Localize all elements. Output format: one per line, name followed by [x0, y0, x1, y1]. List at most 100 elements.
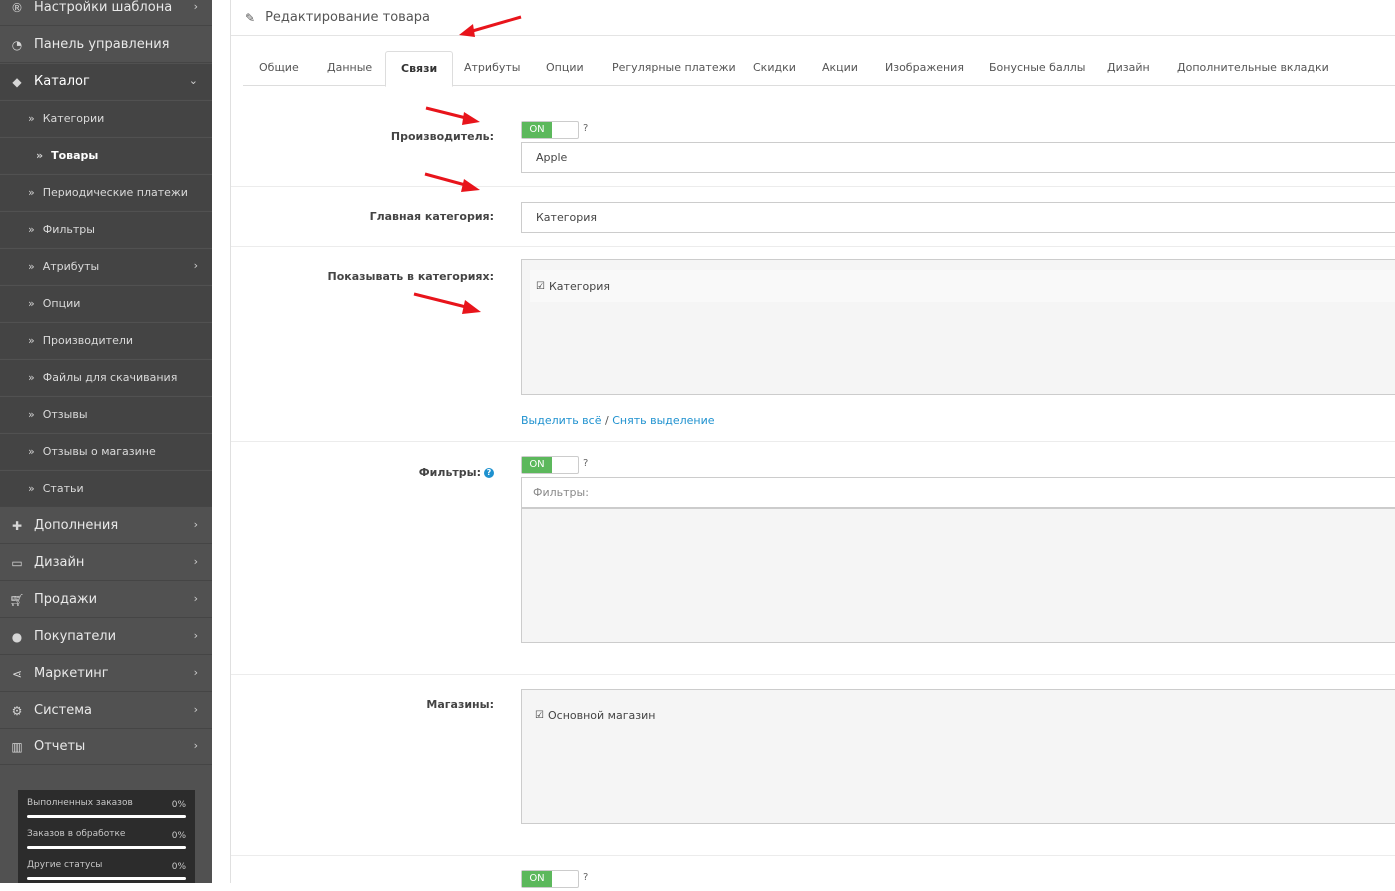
stat-progress-bar	[27, 877, 186, 880]
sidebar-item-dashboard[interactable]: ◔ Панель управления	[0, 27, 212, 63]
sidebar-item-extensions[interactable]: ✚ Дополнения ›	[0, 508, 212, 544]
sidebar-item-system[interactable]: ⚙ Система ›	[0, 693, 212, 729]
deselect-link[interactable]: Снять выделение	[612, 414, 714, 427]
sidebar-item-label: Фильтры	[42, 223, 95, 236]
bottom-toggle[interactable]: ON	[521, 870, 579, 888]
share-icon: ⋖	[11, 666, 23, 681]
sidebar-item-marketing[interactable]: ⋖ Маркетинг ›	[0, 656, 212, 692]
checkbox-checked-icon[interactable]: ☑	[536, 281, 547, 292]
sidebar-subitem-filters[interactable]: » Фильтры	[0, 212, 212, 248]
toggle-on-label: ON	[522, 122, 552, 138]
store-checkbox-item[interactable]: ☑ Основной магазин	[529, 700, 1395, 730]
stat-progress-bar	[27, 846, 186, 849]
tab-general[interactable]: Общие	[244, 51, 314, 86]
sidebar-item-label: Файлы для скачивания	[42, 371, 178, 384]
registered-icon: ®	[11, 0, 23, 15]
tab-design[interactable]: Дизайн	[1092, 51, 1165, 86]
row-divider	[231, 186, 1395, 187]
row-divider	[231, 441, 1395, 442]
row-divider	[231, 674, 1395, 675]
sidebar-item-sales[interactable]: 🛒︎ Продажи ›	[0, 582, 212, 618]
sidebar-subitem-products[interactable]: » Товары	[0, 138, 212, 174]
sidebar-item-label: Каталог	[34, 74, 90, 89]
annotation-arrow-icon	[424, 172, 480, 192]
checkbox-checked-icon[interactable]: ☑	[535, 710, 546, 721]
toggle-on-label: ON	[522, 457, 552, 473]
double-chevron-icon: »	[28, 186, 35, 199]
sidebar-item-template-settings[interactable]: ® Настройки шаблона ›	[0, 0, 212, 26]
tab-data[interactable]: Данные	[312, 51, 387, 86]
sidebar-subitem-downloads[interactable]: » Файлы для скачивания	[0, 360, 212, 396]
toggle-question-mark: ?	[583, 123, 589, 134]
stat-label: Другие статусы	[27, 860, 103, 870]
tab-images[interactable]: Изображения	[870, 51, 979, 86]
toggle-on-label: ON	[522, 871, 552, 887]
manufacturer-input[interactable]: Apple	[521, 142, 1395, 173]
stores-checklist: ☑ Основной магазин	[521, 689, 1395, 824]
double-chevron-icon: »	[36, 149, 44, 162]
sidebar-item-label: Дизайн	[34, 555, 85, 570]
sidebar-item-label: Статьи	[42, 482, 84, 495]
sidebar-item-label: Дополнения	[34, 518, 119, 533]
chevron-right-icon: ›	[193, 629, 198, 642]
chevron-right-icon: ›	[193, 259, 198, 272]
tab-specials[interactable]: Акции	[807, 51, 873, 86]
bar-chart-icon: ▥	[11, 739, 23, 754]
double-chevron-icon: »	[28, 482, 35, 495]
stat-processing: Заказов в обработке 0%	[27, 829, 186, 860]
sidebar-item-label: Периодические платежи	[42, 186, 188, 199]
sidebar-subitem-attributes[interactable]: » Атрибуты ›	[0, 249, 212, 285]
stat-completed: Выполненных заказов 0%	[27, 798, 186, 829]
sidebar-subitem-articles[interactable]: » Статьи	[0, 471, 212, 507]
tab-options[interactable]: Опции	[531, 51, 599, 86]
double-chevron-icon: »	[28, 371, 35, 384]
dashboard-icon: ◔	[11, 37, 23, 52]
sidebar-subitem-store-reviews[interactable]: » Отзывы о магазине	[0, 434, 212, 470]
tab-links[interactable]: Связи	[385, 51, 454, 87]
sidebar-item-label: Маркетинг	[34, 666, 109, 681]
tab-attributes[interactable]: Атрибуты	[449, 51, 535, 86]
select-all-link[interactable]: Выделить всё	[521, 414, 601, 427]
tags-icon: ◆	[12, 74, 22, 89]
sidebar-subitem-manufacturers[interactable]: » Производители	[0, 323, 212, 359]
manufacturer-toggle[interactable]: ON	[521, 121, 579, 139]
sidebar-item-design[interactable]: ▭ Дизайн ›	[0, 545, 212, 581]
tab-reward-points[interactable]: Бонусные баллы	[974, 51, 1100, 86]
filters-list	[521, 508, 1395, 643]
sidebar-item-reports[interactable]: ▥ Отчеты ›	[0, 729, 212, 765]
sidebar-subitem-options[interactable]: » Опции	[0, 286, 212, 322]
puzzle-icon: ✚	[11, 518, 23, 533]
annotation-arrow-icon	[425, 106, 480, 125]
chevron-down-icon: ⌄	[188, 74, 198, 87]
main-category-select[interactable]: Категория	[521, 202, 1395, 233]
help-icon[interactable]: ?	[484, 468, 494, 478]
filters-input[interactable]: Фильтры:	[521, 477, 1395, 508]
chevron-right-icon: ›	[193, 739, 198, 752]
double-chevron-icon: »	[28, 334, 35, 347]
sidebar-item-label: Система	[34, 703, 93, 718]
sidebar-subitem-categories[interactable]: » Категории	[0, 101, 212, 137]
filters-label: Фильтры:?	[231, 466, 494, 479]
sidebar-item-customers[interactable]: ● Покупатели ›	[0, 619, 212, 655]
sidebar-item-catalog[interactable]: ◆ Каталог ⌄	[0, 64, 212, 100]
tab-discounts[interactable]: Скидки	[738, 51, 811, 86]
sidebar-item-label: Отзывы	[42, 408, 88, 421]
double-chevron-icon: »	[28, 408, 35, 421]
checkbox-label: Основной магазин	[548, 708, 656, 722]
sidebar-subitem-reviews[interactable]: » Отзывы	[0, 397, 212, 433]
stat-value: 0%	[171, 800, 186, 810]
tab-bar: Общие Данные Связи Атрибуты Опции Регуля…	[243, 51, 1395, 87]
filters-toggle[interactable]: ON	[521, 456, 579, 474]
sidebar-subitem-recurring[interactable]: » Периодические платежи	[0, 175, 212, 211]
sidebar-item-label: Товары	[51, 149, 99, 162]
row-divider	[231, 855, 1395, 856]
filters-label-text: Фильтры:	[418, 466, 481, 479]
sidebar: ® Настройки шаблона › ◔ Панель управлени…	[0, 0, 212, 883]
chevron-right-icon: ›	[193, 666, 198, 679]
checkbox-label: Категория	[549, 279, 610, 293]
tab-recurring[interactable]: Регулярные платежи	[597, 51, 751, 86]
tab-additional[interactable]: Дополнительные вкладки	[1162, 51, 1344, 86]
stores-label: Магазины:	[426, 698, 494, 711]
double-chevron-icon: »	[28, 260, 35, 273]
category-checkbox-item[interactable]: ☑ Категория	[530, 270, 1395, 302]
